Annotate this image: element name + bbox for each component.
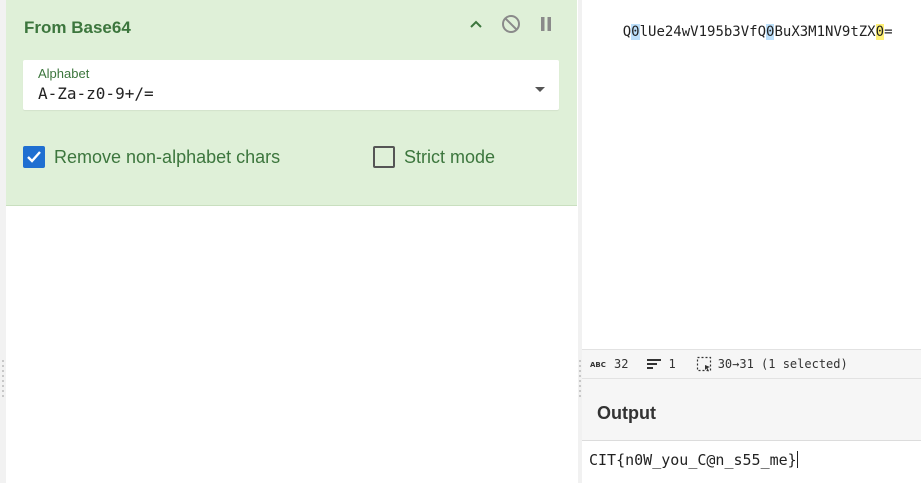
input-status-bar: ABC 32 1 30→31 (1 selected) (582, 349, 921, 379)
remove-nonalphabet-option[interactable]: Remove non-alphabet chars (23, 146, 280, 168)
operation-title: From Base64 (24, 18, 131, 37)
output-value: CIT{n0W_you_C@n_s55_me} (589, 451, 797, 469)
input-segment: BuX3M1NV9tZX (774, 24, 876, 40)
selection-value: 30→31 (1 selected) (717, 357, 848, 371)
input-segment: = (884, 24, 893, 40)
input-highlight-blue: 0 (631, 24, 640, 40)
selection-icon (696, 356, 711, 372)
abc-length-icon: ABC (590, 361, 606, 369)
strict-mode-option[interactable]: Strict mode (373, 146, 495, 168)
lines-value: 1 (668, 357, 676, 371)
length-stat: ABC 32 (590, 357, 628, 371)
output-text[interactable]: CIT{n0W_you_C@n_s55_me} (589, 451, 798, 469)
lines-stat: 1 (646, 357, 676, 371)
dropdown-caret-icon[interactable] (535, 80, 545, 98)
disable-icon[interactable] (501, 14, 521, 34)
operation-controls (469, 14, 553, 34)
output-title: Output (597, 403, 656, 423)
operation-from-base64[interactable]: From Base64 Alphabet A-Za-z0-9+/= Remove… (6, 0, 577, 206)
text-cursor (796, 451, 798, 468)
input-editor[interactable]: Q0lUe24wV195b3VfQ0BuX3M1NV9tZX0= (582, 0, 921, 349)
output-editor[interactable]: CIT{n0W_you_C@n_s55_me} (582, 441, 921, 483)
pause-icon[interactable] (539, 16, 553, 32)
input-text[interactable]: Q0lUe24wV195b3VfQ0BuX3M1NV9tZX0= (589, 8, 893, 56)
recipe-pane: From Base64 Alphabet A-Za-z0-9+/= Remove… (0, 0, 578, 483)
input-selection-highlight: 0 (875, 24, 885, 40)
strict-mode-label: Strict mode (404, 146, 496, 167)
input-segment: lUe24wV195b3VfQ (639, 24, 767, 40)
input-segment: Q (622, 24, 632, 40)
remove-nonalphabet-checkbox[interactable] (23, 146, 45, 168)
alphabet-select[interactable]: Alphabet A-Za-z0-9+/= (23, 60, 559, 110)
output-header: Output (582, 379, 921, 441)
resize-grip-icon[interactable] (1, 360, 5, 400)
remove-nonalphabet-label: Remove non-alphabet chars (54, 146, 281, 167)
checkmark-icon (27, 151, 41, 163)
lines-icon (647, 359, 662, 369)
chevron-up-icon[interactable] (469, 19, 483, 29)
svg-text:ABC: ABC (590, 361, 606, 369)
alphabet-label: Alphabet (38, 66, 90, 81)
strict-mode-checkbox[interactable] (373, 146, 395, 168)
selection-stat: 30→31 (1 selected) (696, 356, 848, 372)
length-value: 32 (614, 357, 629, 371)
alphabet-value: A-Za-z0-9+/= (38, 84, 154, 103)
